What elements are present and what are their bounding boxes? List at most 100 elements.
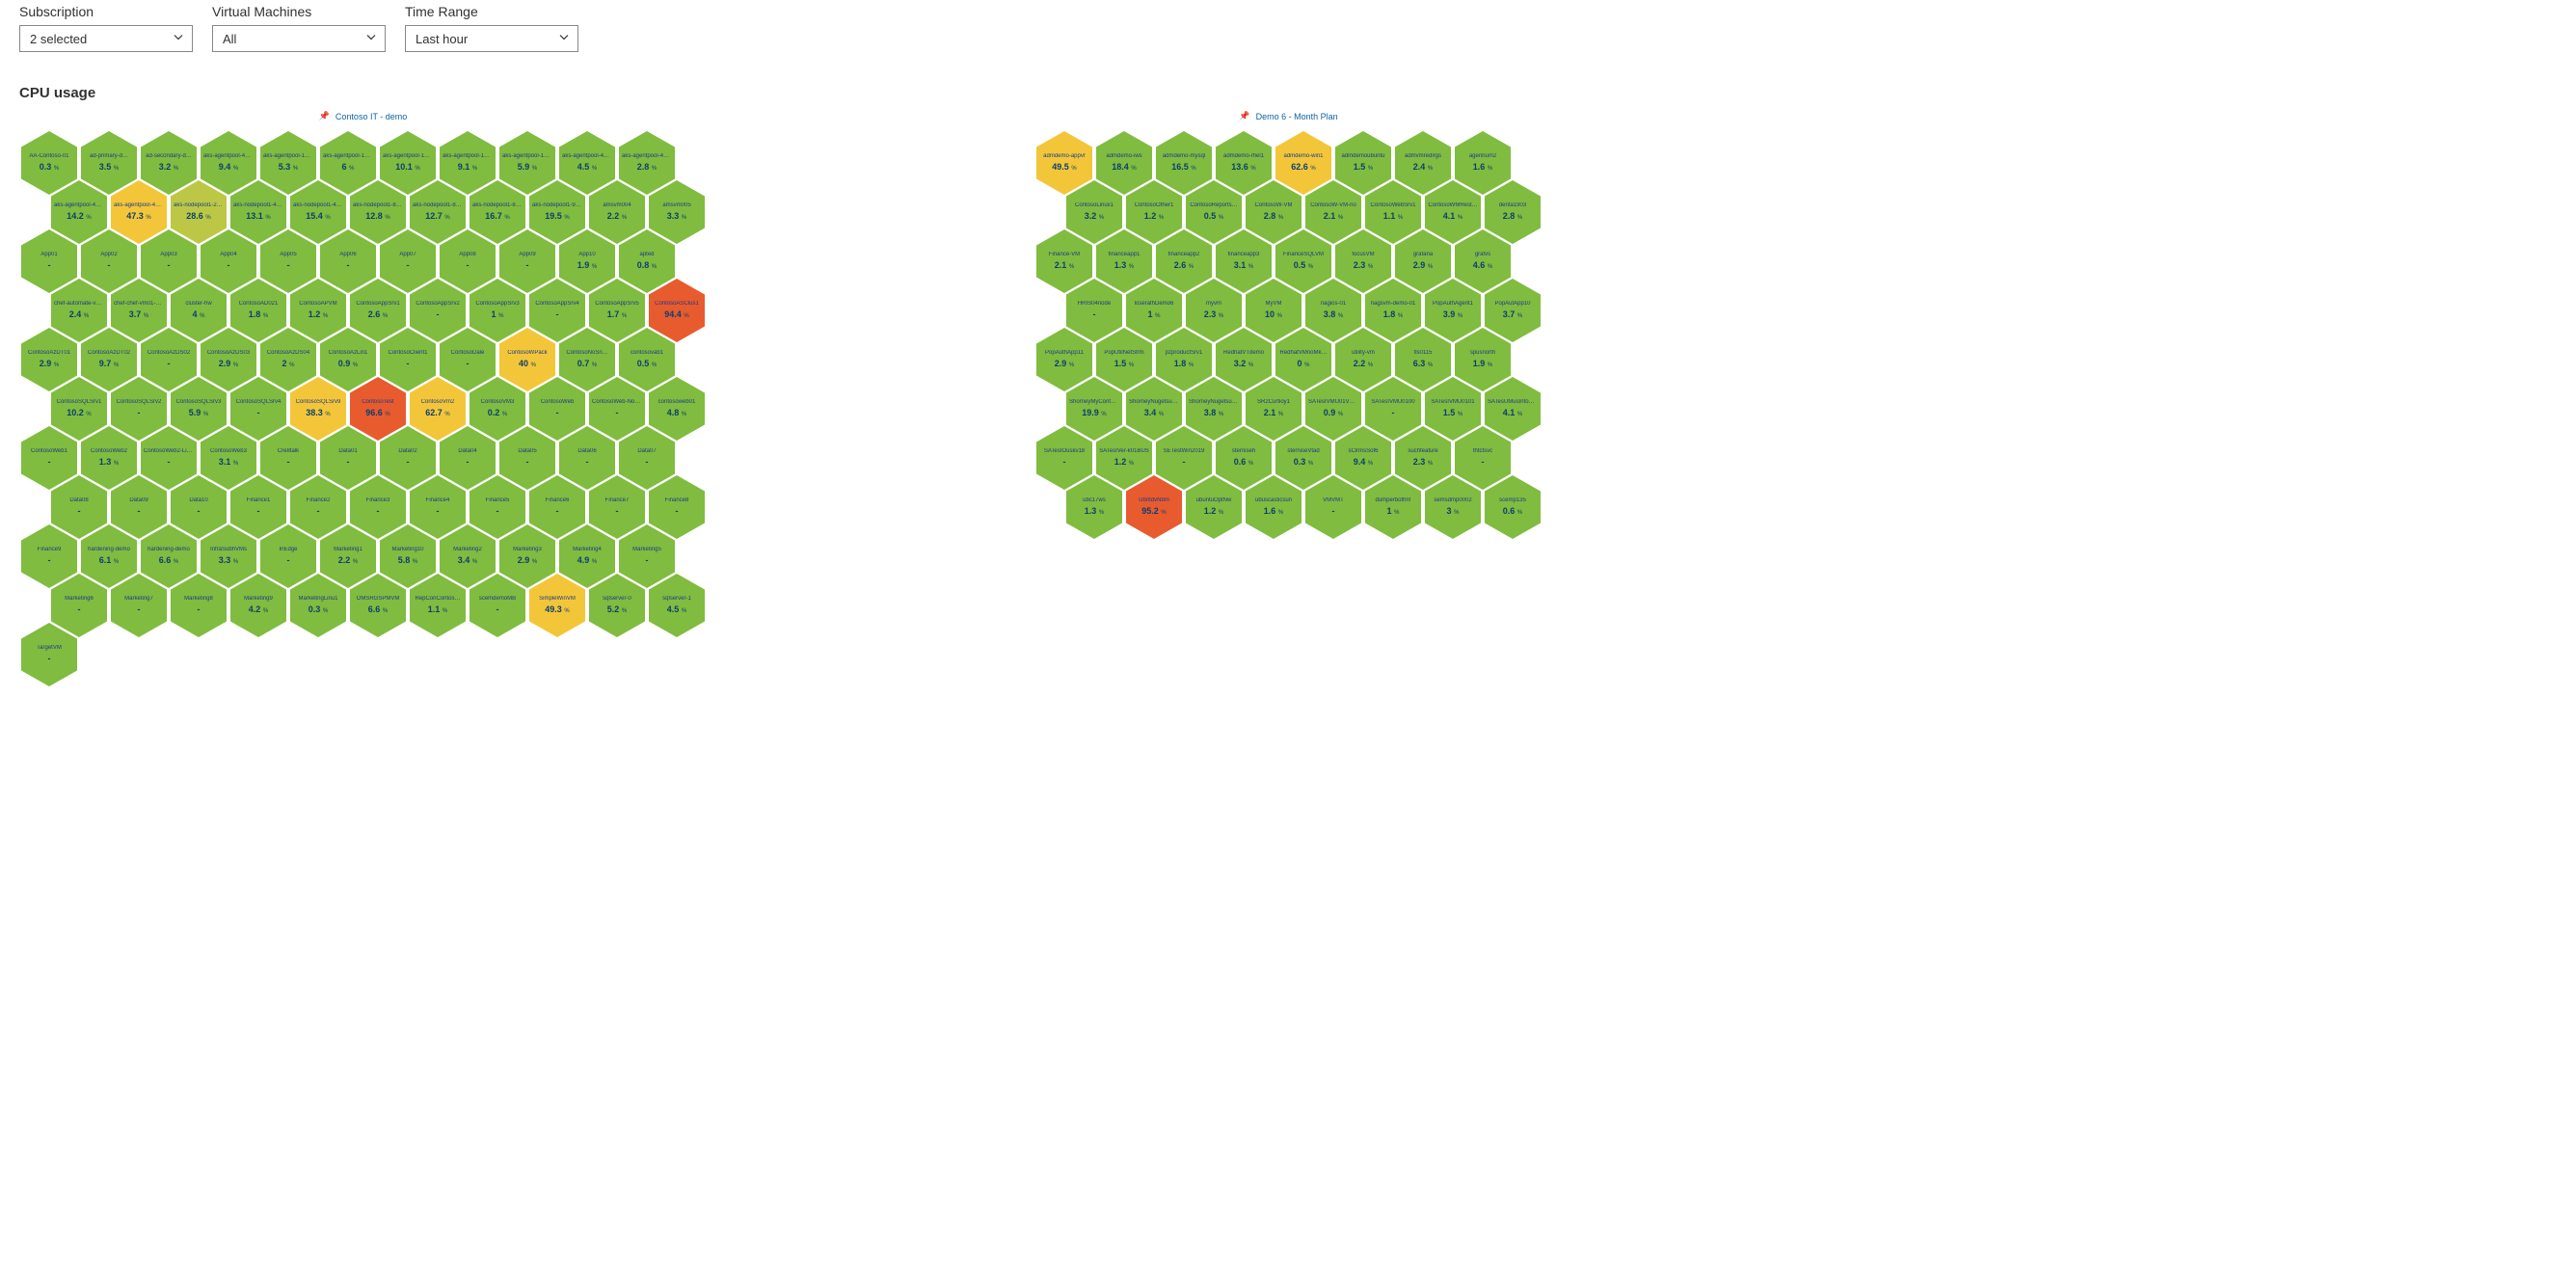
vm-value: 1.3 % xyxy=(1085,507,1105,517)
vm-name: aks-nodepool1-4281… xyxy=(290,202,346,209)
vm-value: - xyxy=(48,458,51,468)
vm-value: - xyxy=(257,409,260,418)
filter-timerange-label: Time Range xyxy=(405,4,578,19)
vm-name: scemdemoMB xyxy=(470,596,525,603)
vm-name: aks-nodepool1-8538… xyxy=(470,202,525,209)
vm-value: 0.3 % xyxy=(309,605,329,615)
panel-title: CPU usage xyxy=(19,85,2557,101)
vm-hex-tile[interactable]: TargetVM- xyxy=(21,623,77,686)
subscription-select[interactable]: 2 selected xyxy=(19,25,193,52)
vm-value: 3.3 % xyxy=(219,556,239,566)
vm-value: - xyxy=(1332,507,1335,517)
vm-value: - xyxy=(467,458,470,468)
vm-name: Data01 xyxy=(320,448,376,455)
vm-value: - xyxy=(556,409,559,418)
vm-name: aks-agentpool-14830… xyxy=(380,153,436,160)
vm-name: admdemo-mysql xyxy=(1156,153,1212,160)
vm-name: RedhatVTdemo xyxy=(1216,350,1272,357)
hex-row: admdemo-appvr49.5 %admdemo-iws18.4 %admd… xyxy=(1034,131,1543,195)
vm-value: 0.6 % xyxy=(1234,458,1254,468)
vm-value: 1.9 % xyxy=(577,261,598,271)
vm-name: ContosoAppSrv4 xyxy=(529,301,585,308)
vm-name: InEdge xyxy=(260,547,316,553)
vm-value: 4.9 % xyxy=(577,556,598,566)
hex-row: AA-Contoso-010.3 %ad-primary-d…3.5 %ad-s… xyxy=(19,131,707,195)
vm-name: SimpleWinVM xyxy=(529,596,585,603)
vm-value: - xyxy=(1392,409,1395,418)
vm-value: 2.6 % xyxy=(368,310,389,320)
vm-value: 5.9 % xyxy=(518,163,538,173)
vm-value: 19.5 % xyxy=(545,212,570,222)
vm-value: 5.3 % xyxy=(279,163,299,173)
vm-name: aks-agentpool-40718… xyxy=(619,153,675,160)
vm-value: 62.6 % xyxy=(1291,163,1316,173)
vm-value: 3.2 % xyxy=(1085,212,1105,222)
vm-value: - xyxy=(168,360,171,369)
vm-name: RepConContos… xyxy=(410,596,466,603)
vm-name: scemp135 xyxy=(1485,497,1541,504)
vm-name: ContosoASClus1 xyxy=(649,301,705,308)
vm-hex-tile[interactable]: semsdmp00023 % xyxy=(1425,475,1481,539)
vm-name: Data09 xyxy=(111,497,167,504)
hex-row: Data08-Data09-Data10-Finance1-Finance2-F… xyxy=(49,475,707,539)
vm-name: Finance5 xyxy=(470,497,525,504)
vm-name: ubuscasticsun xyxy=(1246,497,1301,504)
vm-hex-tile[interactable]: ubuscasticsun1.6 % xyxy=(1246,475,1301,539)
vm-value: 0.3 % xyxy=(40,163,60,173)
vm-name: PopUtilNetStrm xyxy=(1096,350,1152,357)
vm-name: ContosoWeb xyxy=(529,399,585,406)
vm-name: SETestWin2019 xyxy=(1156,448,1212,455)
hex-row: SATesIOuskv18-SATesIVer-k01BUS1.2 %SETes… xyxy=(1034,426,1543,490)
vm-name: ContosoOther1 xyxy=(1126,202,1182,209)
vm-value: 3.4 % xyxy=(1144,409,1165,418)
vm-hex-tile[interactable]: dumperbothn!1 % xyxy=(1365,475,1421,539)
vm-name: aks-agentpool-40718… xyxy=(559,153,615,160)
vm-value: 1.6 % xyxy=(1473,163,1493,173)
vm-value: 3.7 % xyxy=(1503,310,1523,320)
vm-name: contosovab1 xyxy=(619,350,675,357)
vm-value: 2.9 % xyxy=(1413,261,1434,271)
vm-name: Marketing8 xyxy=(171,596,227,603)
vm-name: Marketing10 xyxy=(380,547,436,553)
vm-value: 13.1 % xyxy=(246,212,271,222)
vm-hex-tile[interactable]: UbntdvNbm95.2 % xyxy=(1126,475,1182,539)
vm-value: 3.1 % xyxy=(219,458,239,468)
hex-row: App01-App02-App03-App04-App05-App06-App0… xyxy=(19,229,707,293)
vm-value: - xyxy=(287,556,290,566)
chevron-down-icon xyxy=(365,32,377,46)
vms-select[interactable]: All xyxy=(212,25,386,52)
vm-value: 2.9 % xyxy=(40,360,60,369)
chevron-down-icon xyxy=(173,32,184,46)
vm-name: InfraSubhVMs xyxy=(201,547,256,553)
cluster-title[interactable]: 📌Contoso IT - demo xyxy=(319,111,408,121)
vm-name: apted xyxy=(619,252,675,258)
vm-value: 3.3 % xyxy=(667,212,687,222)
vm-value: - xyxy=(467,261,470,271)
vm-value: 6.3 % xyxy=(1413,360,1434,369)
vm-value: 5.2 % xyxy=(607,605,628,615)
vm-name: ContosoNoSn… xyxy=(559,350,615,357)
vm-name: Marketing9 xyxy=(230,596,286,603)
vm-hex-tile[interactable]: ubc17ws1.3 % xyxy=(1066,475,1122,539)
hex-grid: AA-Contoso-010.3 %ad-primary-d…3.5 %ad-s… xyxy=(19,131,707,686)
vm-hex-tile[interactable]: ubuntuOptNw1.2 % xyxy=(1186,475,1242,539)
cluster-title[interactable]: 📌Demo 6 - Month Plan xyxy=(1239,111,1337,121)
timerange-select[interactable]: Last hour xyxy=(405,25,578,52)
vm-value: 0.7 % xyxy=(577,360,598,369)
vm-value: - xyxy=(556,507,559,517)
vm-value: 13.6 % xyxy=(1231,163,1256,173)
vm-name: AA-Contoso-01 xyxy=(21,153,77,160)
vm-value: 1.3 % xyxy=(1114,261,1135,271)
vm-hex-tile[interactable]: scemp1350.6 % xyxy=(1485,475,1541,539)
vm-value: 1.5 % xyxy=(1354,163,1374,173)
vm-value: 4.5 % xyxy=(577,163,598,173)
vm-name: MyVM xyxy=(1246,301,1301,308)
vm-value: - xyxy=(646,556,649,566)
vm-name: App08 xyxy=(440,252,496,258)
vm-hex-tile[interactable]: VMVMT- xyxy=(1305,475,1361,539)
vm-value: 10.2 % xyxy=(67,409,92,418)
vm-value: - xyxy=(496,605,499,615)
vm-name: suchfeature xyxy=(1395,448,1451,455)
vm-value: 95.2 % xyxy=(1141,507,1167,517)
vm-value: 1.2 % xyxy=(1144,212,1165,222)
